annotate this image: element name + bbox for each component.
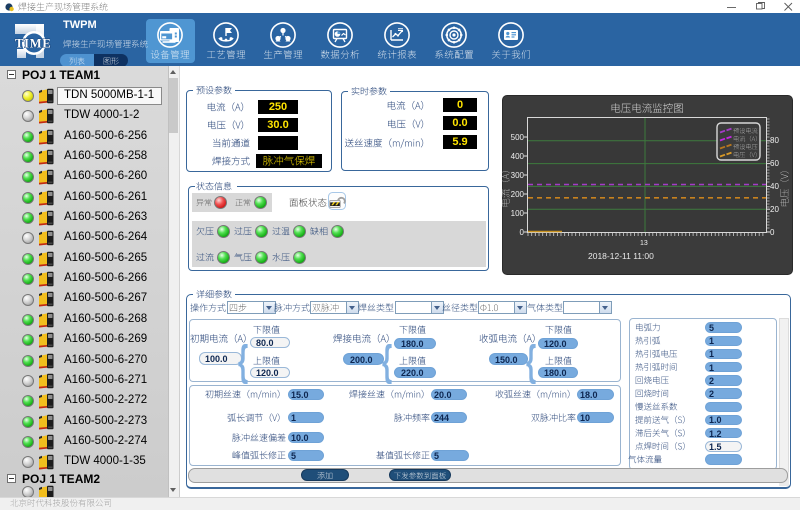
svg-text:TIME: TIME — [15, 37, 52, 51]
